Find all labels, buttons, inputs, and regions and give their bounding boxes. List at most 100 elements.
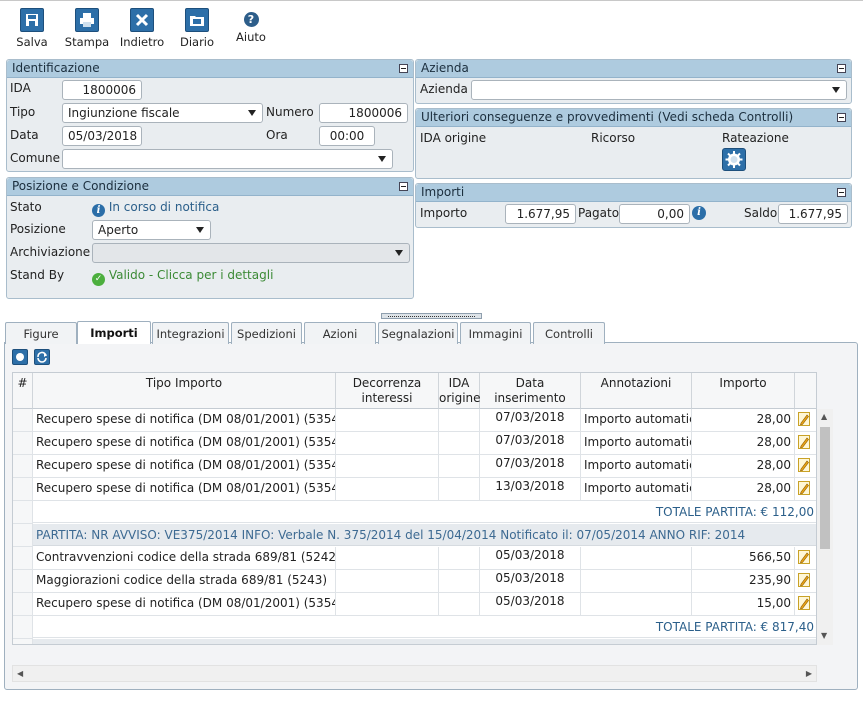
saldo-field[interactable]: 1.677,95 — [778, 204, 848, 224]
importo-label: Importo — [420, 206, 468, 220]
print-button[interactable]: Stampa — [64, 8, 110, 49]
save-label: Salva — [16, 35, 48, 49]
scroll-up-icon[interactable]: ▲ — [821, 412, 827, 421]
check-icon: ✓ — [92, 273, 105, 286]
collapse-icon[interactable] — [399, 182, 408, 191]
save-button[interactable]: Salva — [14, 8, 50, 49]
cell-decorrenza — [336, 455, 439, 478]
identificazione-header: Identificazione — [7, 60, 413, 78]
numero-field[interactable]: 1800006 — [319, 103, 408, 123]
collapse-icon[interactable] — [837, 64, 846, 73]
saldo-label: Saldo — [744, 206, 778, 220]
edit-button[interactable] — [795, 432, 816, 455]
back-button[interactable]: Indietro — [118, 8, 166, 49]
scroll-left-icon[interactable]: ◀ — [17, 669, 23, 678]
posizione-select[interactable]: Aperto — [92, 220, 211, 240]
importi-header: Importi — [416, 184, 851, 202]
importo-field[interactable]: 1.677,95 — [505, 204, 576, 224]
standby-link[interactable]: ✓ Valido - Clicca per i dettagli — [92, 268, 273, 286]
ida-line1: IDA — [448, 376, 470, 390]
azienda-label: Azienda — [420, 82, 468, 96]
scroll-thumb[interactable] — [820, 427, 830, 549]
tab-immagini[interactable]: Immagini — [460, 322, 531, 344]
cell-data: 07/03/2018 — [480, 455, 581, 478]
tab-figure[interactable]: Figure — [5, 322, 77, 344]
tipo-select[interactable]: Ingiunzione fiscale — [62, 103, 263, 123]
cell-tipo: Maggiorazioni codice della strada 689/81… — [33, 570, 336, 593]
tab-integrazioni[interactable]: Integrazioni — [152, 322, 229, 344]
tab-segnalazioni[interactable]: Segnalazioni — [378, 322, 458, 344]
cell-importo: 235,90 — [692, 570, 795, 593]
cell-annotazioni: Importo automatico — [581, 409, 692, 432]
col-header-importo[interactable]: Importo — [692, 373, 795, 409]
col-header-num: # — [13, 373, 33, 409]
rateazione-button[interactable] — [722, 148, 746, 171]
edit-button[interactable] — [795, 547, 816, 570]
decorrenza-line1: Decorrenza — [352, 376, 422, 390]
importi-title: Importi — [421, 185, 465, 199]
col-header-tipo[interactable]: Tipo Importo — [33, 373, 336, 409]
edit-button[interactable] — [795, 409, 816, 432]
tab-controlli[interactable]: Controlli — [533, 322, 605, 344]
info-icon[interactable]: i — [692, 206, 706, 220]
row-selector — [13, 639, 33, 644]
col-header-actions — [795, 373, 816, 409]
row-selector — [13, 409, 33, 432]
tab-azioni[interactable]: Azioni — [304, 322, 376, 344]
cell-ida-origine — [439, 409, 480, 432]
folder-icon — [185, 8, 209, 32]
diary-button[interactable]: Diario — [177, 8, 217, 49]
tab-spedizioni[interactable]: Spedizioni — [231, 322, 302, 344]
gear-icon — [725, 151, 743, 168]
comune-label: Comune — [10, 151, 61, 165]
horizontal-scrollbar[interactable]: ◀ ▶ — [12, 665, 817, 682]
partita-group-header: PARTITA: NR AVVISO: VE375/2014 INFO: Ver… — [33, 524, 816, 546]
cell-importo: 28,00 — [692, 409, 795, 432]
edit-button[interactable] — [795, 478, 816, 501]
partita-total: TOTALE PARTITA: € 112,00 — [33, 501, 816, 523]
posizione-header: Posizione e Condizione — [7, 178, 413, 196]
col-header-ida[interactable]: IDA origine — [439, 373, 481, 409]
help-button[interactable]: ? Aiuto — [232, 8, 270, 44]
splitter-handle[interactable] — [381, 313, 482, 319]
new-record-button[interactable] — [12, 349, 28, 365]
ora-field[interactable]: 00:00 — [319, 126, 375, 146]
archiviazione-select[interactable] — [92, 243, 410, 263]
data-field[interactable]: 05/03/2018 — [62, 126, 142, 146]
diary-label: Diario — [179, 35, 215, 49]
close-icon — [130, 8, 154, 32]
vertical-scrollbar[interactable]: ▲ ▼ — [817, 409, 833, 645]
col-header-decorrenza[interactable]: Decorrenza interessi — [336, 373, 439, 409]
col-header-data[interactable]: Data inserimento — [480, 373, 581, 409]
stato-label: Stato — [10, 200, 42, 214]
edit-icon — [798, 481, 810, 495]
col-header-annotazioni[interactable]: Annotazioni — [581, 373, 692, 409]
cell-importo: 28,00 — [692, 455, 795, 478]
collapse-icon[interactable] — [837, 188, 846, 197]
edit-button[interactable] — [795, 593, 816, 616]
cell-annotazioni — [581, 593, 692, 616]
chevron-down-icon — [248, 110, 256, 116]
azienda-select[interactable] — [471, 80, 847, 100]
row-selector — [13, 616, 33, 639]
ida-field[interactable]: 1800006 — [62, 80, 142, 100]
cell-data: 13/03/2018 — [480, 478, 581, 501]
scroll-down-icon[interactable]: ▼ — [821, 631, 827, 640]
chevron-down-icon — [378, 156, 386, 162]
tab-importi[interactable]: Importi — [77, 321, 151, 344]
pagato-field[interactable]: 0,00 — [619, 204, 690, 224]
tipo-value: Ingiunzione fiscale — [68, 106, 180, 120]
refresh-button[interactable] — [34, 349, 50, 365]
print-label: Stampa — [64, 35, 110, 49]
edit-button[interactable] — [795, 570, 816, 593]
edit-button[interactable] — [795, 455, 816, 478]
cell-decorrenza — [336, 593, 439, 616]
collapse-icon[interactable] — [399, 64, 408, 73]
back-label: Indietro — [119, 35, 165, 49]
comune-select[interactable] — [62, 149, 393, 169]
cell-tipo: Recupero spese di notifica (DM 08/01/200… — [33, 409, 336, 432]
scroll-right-icon[interactable]: ▶ — [806, 669, 812, 678]
cell-decorrenza — [336, 409, 439, 432]
collapse-icon[interactable] — [837, 113, 846, 122]
edit-icon — [798, 573, 810, 587]
